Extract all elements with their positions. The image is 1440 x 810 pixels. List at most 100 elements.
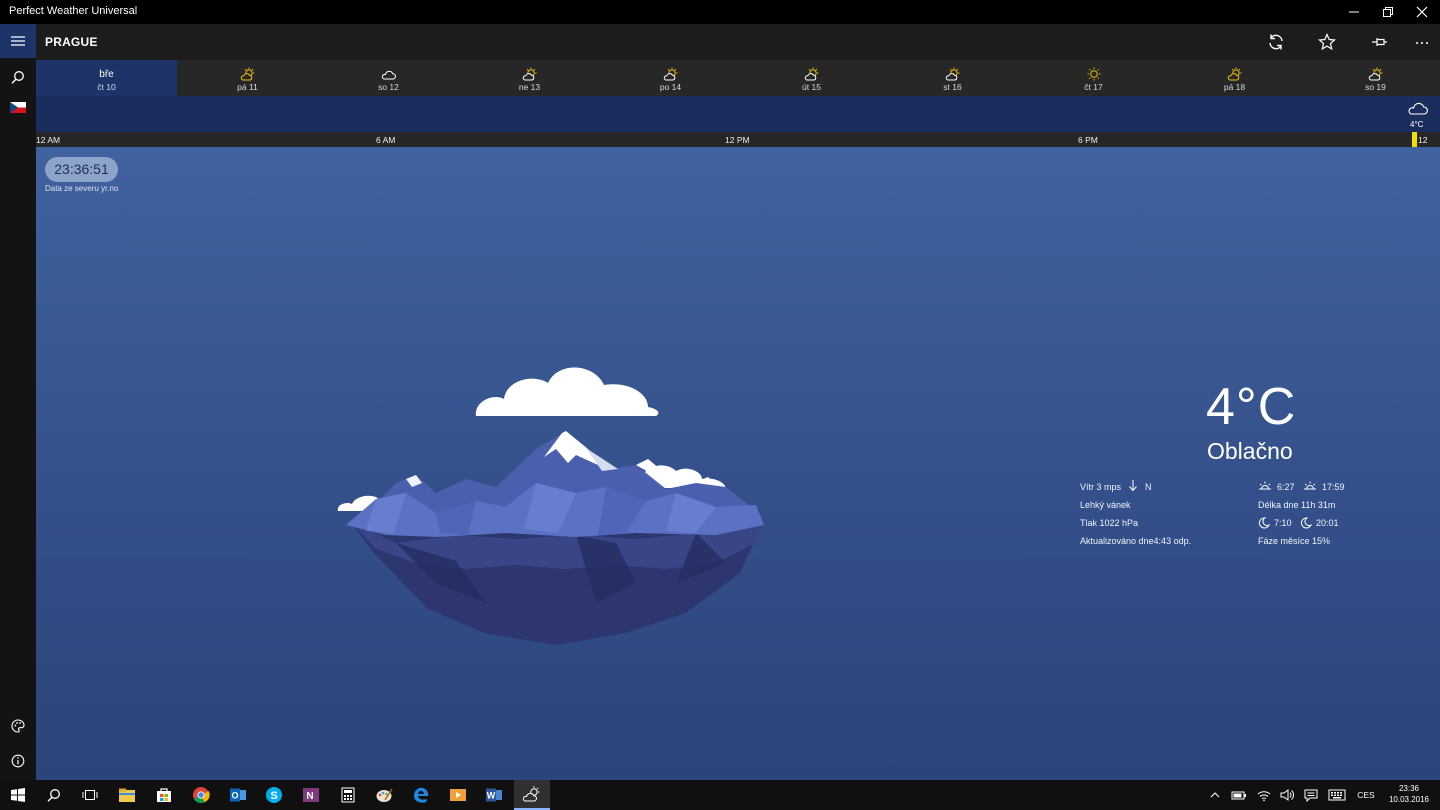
taskbar-app[interactable]: [403, 780, 439, 810]
pin-button[interactable]: [1361, 26, 1397, 58]
search-button[interactable]: [0, 60, 36, 94]
theme-button[interactable]: [0, 709, 36, 743]
taskbar: O S N W CES 23:36 10.03.2016: [0, 780, 1440, 810]
wind-direction: N: [1145, 482, 1152, 492]
day-tab-7[interactable]: čt 17: [1023, 60, 1164, 96]
pin-icon: [1372, 38, 1387, 46]
favorite-button[interactable]: [1309, 26, 1345, 58]
country-flag-button[interactable]: [0, 90, 36, 124]
day-label: so 19: [1365, 82, 1386, 92]
axis-tick: 12 AM: [36, 135, 61, 145]
day-tab-6[interactable]: st 16: [882, 60, 1023, 96]
title-bar: Perfect Weather Universal: [0, 0, 1440, 24]
svg-text:O: O: [231, 791, 238, 801]
axis-tick: 6 AM: [376, 135, 396, 145]
sunset-time: 17:59: [1322, 482, 1345, 492]
day-tab-9[interactable]: so 19: [1305, 60, 1440, 96]
day-tab-3[interactable]: ne 13: [459, 60, 600, 96]
media-player-icon: [450, 789, 466, 801]
outlook-icon: O: [230, 788, 246, 802]
skype-icon: S: [266, 787, 282, 803]
taskbar-app[interactable]: [183, 780, 219, 810]
show-hidden-icons-button[interactable]: [1206, 780, 1224, 810]
taskbar-search-button[interactable]: [36, 780, 72, 810]
speaker-icon: [1280, 789, 1294, 801]
cloud-icon: [318, 67, 459, 81]
day-label: út 15: [802, 82, 821, 92]
taskbar-app[interactable]: [146, 780, 182, 810]
window-title: Perfect Weather Universal: [9, 5, 138, 17]
taskbar-app[interactable]: [109, 780, 145, 810]
palette-icon: [11, 719, 25, 733]
day-tab-8[interactable]: pá 18: [1164, 60, 1305, 96]
restore-button[interactable]: [1371, 0, 1405, 24]
partly-sunny-icon: [177, 67, 318, 81]
daily-forecast-strip: bře čt 10 pá 11 so 12 ne 13 po 14 út 15 …: [36, 60, 1440, 96]
day-tab-4[interactable]: po 14: [600, 60, 741, 96]
sunrise-time: 6:27: [1277, 482, 1295, 492]
info-icon: [11, 754, 25, 768]
day-length: Délka dne 11h 31m: [1258, 500, 1336, 510]
partly-sunny-icon: [882, 67, 1023, 81]
paint-icon: [376, 788, 393, 802]
day-tab-1[interactable]: pá 11: [177, 60, 318, 96]
taskbar-app[interactable]: [366, 780, 402, 810]
taskbar-app[interactable]: S: [256, 780, 292, 810]
close-button[interactable]: [1405, 0, 1439, 24]
volume-button[interactable]: [1277, 780, 1297, 810]
day-tab-2[interactable]: so 12: [318, 60, 459, 96]
floating-island-illustration: [337, 367, 764, 645]
store-icon: [157, 788, 171, 802]
action-center-button[interactable]: [1300, 780, 1322, 810]
day-label: pá 18: [1223, 82, 1246, 92]
battery-button[interactable]: [1229, 780, 1249, 810]
word-icon: W: [486, 788, 502, 802]
sunset-icon: [1304, 481, 1316, 490]
taskbar-app[interactable]: W: [476, 780, 512, 810]
taskbar-date: 10.03.2016: [1388, 795, 1430, 804]
day-label: pá 11: [237, 82, 258, 92]
partly-sunny-icon: [1305, 67, 1440, 81]
hamburger-menu-button[interactable]: [0, 24, 36, 58]
day-label: po 14: [659, 82, 682, 92]
current-condition: Oblačno: [1207, 438, 1293, 464]
about-button[interactable]: [0, 744, 36, 778]
taskbar-app[interactable]: [330, 780, 366, 810]
search-icon: [11, 71, 24, 84]
taskbar-time: 23:36: [1398, 784, 1420, 793]
hourly-forecast-band[interactable]: 4°C: [36, 96, 1440, 132]
svg-text:W: W: [487, 791, 496, 801]
taskbar-app[interactable]: O: [220, 780, 256, 810]
partly-sunny-icon: [459, 67, 600, 81]
wifi-icon: [1257, 791, 1271, 801]
start-button[interactable]: [0, 780, 36, 810]
file-explorer-icon: [119, 788, 135, 802]
taskbar-clock[interactable]: 23:36 10.03.2016: [1380, 783, 1438, 805]
sunrise-icon: [1259, 481, 1271, 490]
chrome-icon: [193, 787, 210, 804]
svg-text:S: S: [270, 790, 277, 802]
wind-speed: Vítr 3 mps: [1080, 482, 1122, 492]
axis-tick: 6 PM: [1078, 135, 1098, 145]
taskbar-app[interactable]: [440, 780, 476, 810]
chevron-up-icon: [1210, 792, 1220, 798]
day-tab-0[interactable]: bře čt 10: [36, 60, 177, 96]
touch-keyboard-button[interactable]: [1325, 780, 1349, 810]
onenote-icon: N: [303, 788, 319, 802]
day-label: st 16: [943, 82, 962, 92]
input-language[interactable]: CES: [1352, 780, 1380, 810]
svg-text:N: N: [306, 791, 313, 802]
taskbar-app[interactable]: N: [293, 780, 329, 810]
current-time-marker: [1412, 132, 1417, 147]
minimize-button[interactable]: [1337, 0, 1371, 24]
day-tab-5[interactable]: út 15: [741, 60, 882, 96]
notification-icon: [1304, 789, 1318, 802]
more-button[interactable]: [1404, 26, 1440, 58]
wind-direction-arrow-icon: [1129, 480, 1137, 492]
taskbar-app[interactable]: [514, 780, 550, 810]
network-button[interactable]: [1254, 780, 1274, 810]
refresh-button[interactable]: [1258, 26, 1294, 58]
current-weather-panel: 23:36:51 Data ze severu yr.no 4°C Oblačn…: [36, 147, 1440, 780]
task-view-button[interactable]: [72, 780, 108, 810]
day-label: ne 13: [518, 82, 541, 92]
